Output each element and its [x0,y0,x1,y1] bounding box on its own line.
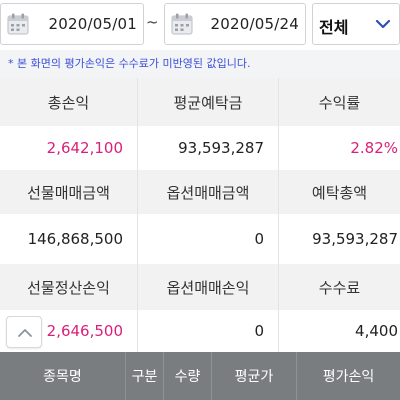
end-date-picker[interactable]: 2020/05/24 [164,3,306,45]
return-rate-label: 수익률 [278,78,400,126]
summary-header-row-1: 총손익 평균예탁금 수익률 [0,78,400,126]
commission-label: 수수료 [278,264,400,310]
column-header-type[interactable]: 구분 [125,352,163,400]
column-header-valuation-pnl[interactable]: 평가손익 [296,352,400,400]
avg-deposit-label: 평균예탁금 [137,78,278,126]
options-trade-amount-value: 0 [137,214,278,264]
column-header-quantity[interactable]: 수량 [163,352,211,400]
summary-value-row-1: 2,642,100 93,593,287 2.82% [0,126,400,170]
total-deposit-label: 예탁총액 [278,170,400,214]
options-trade-pnl-label: 옵션매매손익 [137,264,278,310]
options-trade-pnl-value: 0 [137,310,278,352]
scope-select[interactable]: 전체 [312,3,400,45]
total-deposit-value: 93,593,287 [278,214,400,264]
calendar-icon [171,13,193,35]
total-pnl-label: 총손익 [47,93,90,112]
positions-table-header: 종목명 구분 수량 평균가 평가손익 [0,352,400,400]
end-date-text: 2020/05/24 [210,15,299,33]
column-header-item-name[interactable]: 종목명 [0,352,125,400]
chevron-down-icon [375,19,391,29]
futures-trade-amount-label: 선물매매금액 [27,183,110,202]
date-range-bar: 2020/05/01 ~ 2020/05/24 전체 [0,0,400,50]
date-separator: ~ [146,13,159,31]
summary-value-row-2: 146,868,500 0 93,593,287 [0,214,400,264]
notice-text: * 본 화면의 평가손익은 수수료가 미반영된 값입니다. [0,50,400,78]
return-rate-value: 2.82% [278,126,400,170]
avg-deposit-value: 93,593,287 [137,126,278,170]
chevron-up-icon [18,329,32,337]
commission-value: 4,400 [278,310,400,352]
scroll-to-top-button[interactable] [6,316,42,348]
total-pnl-value: 2,642,100 [46,139,123,157]
futures-settlement-pnl-label: 선물정산손익 [27,278,110,297]
column-header-avg-price[interactable]: 평균가 [211,352,296,400]
options-trade-amount-label: 옵션매매금액 [137,170,278,214]
calendar-icon [7,13,29,35]
start-date-picker[interactable]: 2020/05/01 [0,3,144,45]
summary-header-row-3: 선물정산손익 옵션매매손익 수수료 [0,264,400,310]
start-date-text: 2020/05/01 [48,15,137,33]
scope-selected-value: 전체 [319,18,349,37]
summary-header-row-2: 선물매매금액 옵션매매금액 예탁총액 [0,170,400,214]
futures-trade-amount-value: 146,868,500 [27,230,123,248]
summary-value-row-3: 2,646,500 0 4,400 [0,310,400,352]
